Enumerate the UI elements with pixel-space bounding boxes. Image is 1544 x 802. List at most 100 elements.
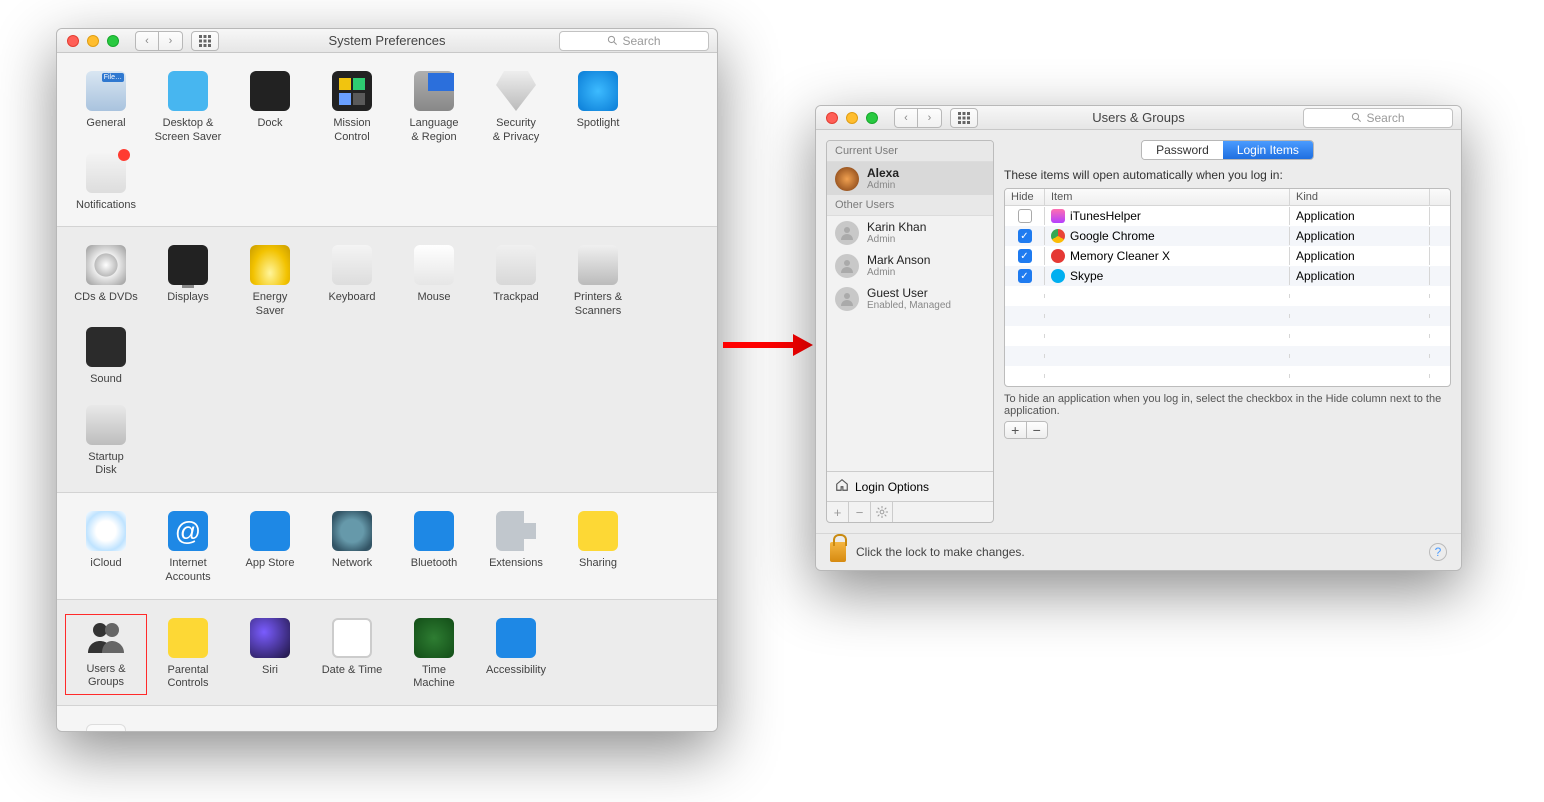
forward-button[interactable]: ›: [918, 108, 942, 128]
pref-icloud[interactable]: iCloud: [65, 507, 147, 589]
pref-label: Keyboard: [328, 291, 375, 305]
hide-checkbox[interactable]: ✓: [1018, 269, 1032, 283]
pref-java[interactable]: Java: [65, 720, 147, 732]
pref-keyboard[interactable]: Keyboard: [311, 241, 393, 323]
col-hide[interactable]: Hide: [1005, 189, 1045, 205]
back-button[interactable]: ‹: [135, 31, 159, 51]
tab-login-items[interactable]: Login Items: [1223, 141, 1313, 159]
user-name: Karin Khan: [867, 220, 926, 234]
user-role: Enabled, Managed: [867, 300, 951, 311]
pref-displays[interactable]: Displays: [147, 241, 229, 323]
col-item[interactable]: Item: [1045, 189, 1290, 205]
pref-siri[interactable]: Siri: [229, 614, 311, 696]
pref-sharing[interactable]: Sharing: [557, 507, 639, 589]
pref-trackpad[interactable]: Trackpad: [475, 241, 557, 323]
pref-label: Extensions: [489, 557, 543, 571]
minimize-icon[interactable]: [846, 112, 858, 124]
pref-timemachine[interactable]: TimeMachine: [393, 614, 475, 696]
pref-cds[interactable]: CDs & DVDs: [65, 241, 147, 323]
pref-desktop[interactable]: Desktop &Screen Saver: [147, 67, 229, 149]
pref-security[interactable]: Security& Privacy: [475, 67, 557, 149]
col-kind[interactable]: Kind: [1290, 189, 1430, 205]
pref-users[interactable]: Users &Groups: [65, 614, 147, 696]
pref-label: Sound: [90, 373, 122, 387]
login-items-table: Hide Item Kind iTunesHelper Application✓G…: [1004, 188, 1451, 387]
login-options-button[interactable]: Login Options: [827, 471, 993, 501]
pref-label: Language& Region: [410, 117, 459, 145]
pref-appstore[interactable]: App Store: [229, 507, 311, 589]
sidebar-user[interactable]: Guest UserEnabled, Managed: [827, 282, 993, 315]
close-icon[interactable]: [826, 112, 838, 124]
pref-printers[interactable]: Printers &Scanners: [557, 241, 639, 323]
pref-language[interactable]: Language& Region: [393, 67, 475, 149]
user-name: Guest User: [867, 286, 951, 300]
hide-checkbox[interactable]: ✓: [1018, 249, 1032, 263]
pref-general[interactable]: General: [65, 67, 147, 149]
dock-icon: [250, 71, 290, 111]
appstore-icon: [250, 511, 290, 551]
add-item-button[interactable]: +: [1005, 422, 1027, 438]
pref-label: Trackpad: [493, 291, 538, 305]
user-settings-button[interactable]: [871, 502, 893, 522]
sidebar-user[interactable]: Mark AnsonAdmin: [827, 249, 993, 282]
startup-icon: [86, 405, 126, 445]
lock-icon[interactable]: [830, 542, 846, 562]
keyboard-icon: [332, 245, 372, 285]
pref-notifications[interactable]: Notifications: [65, 149, 147, 217]
sidebar-user[interactable]: Karin KhanAdmin: [827, 216, 993, 249]
pref-mission[interactable]: MissionControl: [311, 67, 393, 149]
show-all-button[interactable]: [191, 31, 219, 51]
search-input[interactable]: Search: [559, 31, 709, 51]
hide-checkbox[interactable]: [1018, 209, 1032, 223]
pref-label: Siri: [262, 664, 278, 678]
pref-internet[interactable]: @InternetAccounts: [147, 507, 229, 589]
sidebar-user-current[interactable]: Alexa Admin: [827, 162, 993, 195]
spotlight-icon: [578, 71, 618, 111]
table-row[interactable]: ✓SkypeApplication: [1005, 266, 1450, 286]
pref-parental[interactable]: ParentalControls: [147, 614, 229, 696]
tab-password[interactable]: Password: [1142, 141, 1223, 159]
item-name: iTunesHelper: [1070, 209, 1141, 223]
remove-user-button[interactable]: −: [849, 502, 871, 522]
pref-datetime[interactable]: Date & Time: [311, 614, 393, 696]
table-row[interactable]: ✓Google ChromeApplication: [1005, 226, 1450, 246]
notifications-icon: [86, 153, 126, 193]
item-kind: Application: [1290, 207, 1430, 225]
pref-label: iCloud: [90, 557, 121, 571]
tab-segment: Password Login Items: [1141, 140, 1314, 160]
pref-energy[interactable]: EnergySaver: [229, 241, 311, 323]
add-user-button[interactable]: +: [827, 502, 849, 522]
search-input[interactable]: Search: [1303, 108, 1453, 128]
pref-sound[interactable]: Sound: [65, 323, 147, 391]
zoom-icon[interactable]: [107, 35, 119, 47]
system-preferences-window: ‹ › System Preferences Search GeneralDes…: [56, 28, 718, 732]
pref-accessibility[interactable]: Accessibility: [475, 614, 557, 696]
forward-button[interactable]: ›: [159, 31, 183, 51]
pref-extensions[interactable]: Extensions: [475, 507, 557, 589]
table-row[interactable]: iTunesHelper Application: [1005, 206, 1450, 226]
remove-item-button[interactable]: −: [1027, 422, 1048, 438]
icloud-icon: [86, 511, 126, 551]
close-icon[interactable]: [67, 35, 79, 47]
search-icon: [607, 35, 618, 46]
help-button[interactable]: ?: [1429, 543, 1447, 561]
zoom-icon[interactable]: [866, 112, 878, 124]
back-button[interactable]: ‹: [894, 108, 918, 128]
pref-startup[interactable]: StartupDisk: [65, 401, 147, 483]
search-icon: [1351, 112, 1362, 123]
traffic-lights: [57, 35, 129, 47]
pref-label: Printers &Scanners: [574, 291, 622, 319]
details-pane: Password Login Items These items will op…: [1004, 140, 1451, 523]
pref-dock[interactable]: Dock: [229, 67, 311, 149]
minimize-icon[interactable]: [87, 35, 99, 47]
pref-bluetooth[interactable]: Bluetooth: [393, 507, 475, 589]
show-all-button[interactable]: [950, 108, 978, 128]
pref-mouse[interactable]: Mouse: [393, 241, 475, 323]
pref-spotlight[interactable]: Spotlight: [557, 67, 639, 149]
item-name: Memory Cleaner X: [1070, 249, 1170, 263]
table-row[interactable]: ✓Memory Cleaner XApplication: [1005, 246, 1450, 266]
hide-checkbox[interactable]: ✓: [1018, 229, 1032, 243]
users-groups-window: ‹ › Users & Groups Search Current User A…: [815, 105, 1462, 571]
pref-network[interactable]: Network: [311, 507, 393, 589]
pref-label: TimeMachine: [413, 664, 455, 692]
